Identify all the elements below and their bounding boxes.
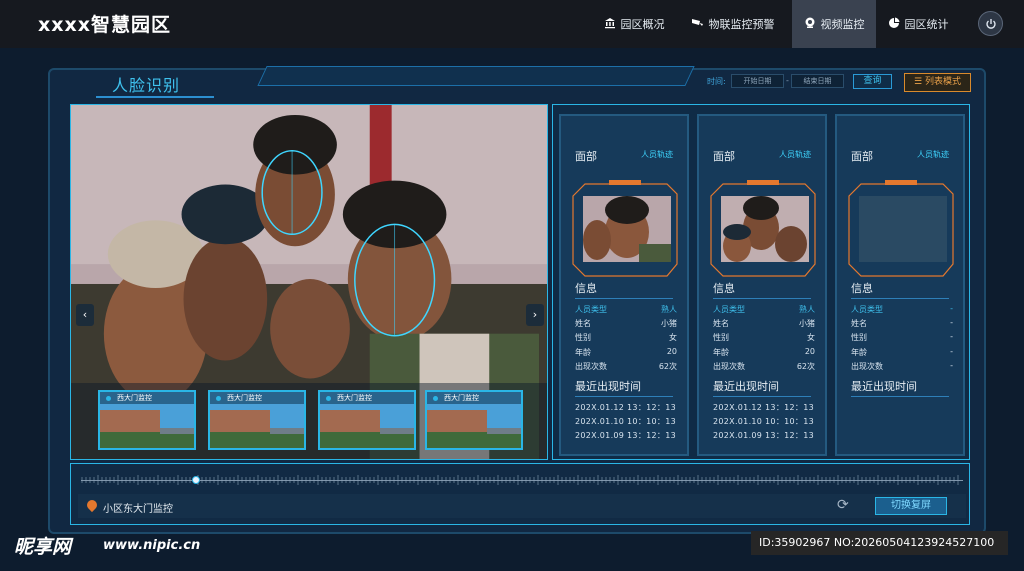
list-mode-button[interactable]: ☰ 列表模式 bbox=[904, 73, 971, 92]
camera-bar: 小区东大门监控 ⟳ 切换复屏 bbox=[78, 494, 966, 518]
prev-arrow-button[interactable]: ‹ bbox=[76, 304, 94, 326]
camera-thumbnail[interactable]: 西大门监控 bbox=[318, 390, 416, 450]
recent-title: 最近出现时间 bbox=[575, 380, 641, 393]
field-gender: 性别女 bbox=[575, 333, 677, 342]
field-name: 姓名 - bbox=[851, 318, 953, 328]
nav-item-iot-warning[interactable]: 物联监控预警 bbox=[680, 0, 785, 48]
field-age: 年龄 - bbox=[851, 347, 953, 357]
playback-timeline[interactable] bbox=[78, 473, 966, 487]
face-card: 面部 人员轨迹 信息 人员类型 熟人 姓名 小猪 性别女 年龄 20 出现次数 62次 … bbox=[697, 114, 827, 456]
recent-time: 202X.01.10 10：10：13 bbox=[575, 417, 676, 426]
end-date-input[interactable]: 结束日期 bbox=[791, 74, 844, 88]
thumbnail-label: 西大门监控 bbox=[427, 392, 521, 404]
face-image-frame bbox=[847, 180, 955, 280]
refresh-icon: ⟳ bbox=[837, 497, 849, 513]
divider bbox=[713, 396, 811, 397]
face-label: 面部 bbox=[851, 150, 873, 163]
info-title: 信息 bbox=[575, 282, 597, 295]
date-separator: - bbox=[786, 76, 789, 85]
divider bbox=[575, 396, 673, 397]
watermark-site-logo: 昵享网 bbox=[14, 536, 72, 558]
chevron-right-icon: › bbox=[532, 308, 538, 321]
field-name: 姓名 小猪 bbox=[713, 319, 815, 328]
title-underline bbox=[96, 96, 214, 98]
watermark-url: www.nipic.cn bbox=[103, 538, 201, 553]
start-date-input[interactable]: 开始日期 bbox=[731, 74, 784, 88]
face-thumbnail-empty bbox=[859, 196, 947, 262]
nav-item-overview[interactable]: 园区概况 bbox=[594, 0, 674, 48]
face-thumbnail bbox=[721, 196, 809, 262]
thumbnail-label: 西大门监控 bbox=[320, 392, 414, 404]
pie-chart-icon bbox=[888, 17, 900, 32]
face-image-frame bbox=[709, 180, 817, 280]
track-link[interactable]: 人员轨迹 bbox=[641, 149, 673, 160]
face-thumbnail bbox=[583, 196, 671, 262]
nav-item-statistics[interactable]: 园区统计 bbox=[878, 0, 958, 48]
field-person-type: 人员类型 熟人 bbox=[713, 305, 815, 314]
switch-screen-button[interactable]: 切换复屏 bbox=[875, 497, 947, 515]
video-icon bbox=[804, 17, 816, 32]
divider bbox=[713, 298, 811, 299]
watermark-id: ID:35902967 NO:20260504123924527100 bbox=[751, 531, 1008, 555]
chevron-left-icon: ‹ bbox=[82, 308, 88, 321]
refresh-button[interactable]: ⟳ bbox=[837, 497, 849, 513]
face-image-frame bbox=[571, 180, 679, 280]
field-appearances: 出现次数 - bbox=[851, 361, 953, 371]
thumbnail-label: 西大门监控 bbox=[210, 392, 304, 404]
camera-thumbnail[interactable]: 西大门监控 bbox=[98, 390, 196, 450]
next-arrow-button[interactable]: › bbox=[526, 304, 544, 326]
info-title: 信息 bbox=[851, 282, 873, 295]
divider bbox=[851, 396, 949, 397]
recent-time: 202X.01.12 13：12：13 bbox=[713, 403, 814, 412]
power-icon bbox=[985, 18, 996, 29]
thumbnail-label: 西大门监控 bbox=[100, 392, 194, 404]
list-mode-label: 列表模式 bbox=[924, 77, 961, 87]
camera-thumbnail[interactable]: 西大门监控 bbox=[208, 390, 306, 450]
power-button[interactable] bbox=[978, 11, 1003, 36]
query-button[interactable]: 查询 bbox=[853, 74, 892, 89]
field-name: 姓名 小猪 bbox=[575, 319, 677, 328]
camera-thumbnail[interactable]: 西大门监控 bbox=[425, 390, 523, 450]
recent-time: 202X.01.09 13：12：13 bbox=[575, 431, 676, 440]
field-appearances: 出现次数 62次 bbox=[575, 362, 677, 371]
divider bbox=[575, 298, 673, 299]
list-icon: ☰ bbox=[914, 77, 923, 87]
face-card: 面部 人员轨迹 信息 人员类型 熟人 姓名 小猪 性别女 年龄 20 出现次数 62次 … bbox=[559, 114, 689, 456]
field-appearances: 出现次数 62次 bbox=[713, 362, 815, 371]
track-link[interactable]: 人员轨迹 bbox=[917, 149, 949, 160]
field-age: 年龄 20 bbox=[575, 347, 677, 357]
recent-time: 202X.01.10 10：10：13 bbox=[713, 417, 814, 426]
field-gender: 性别 - bbox=[851, 332, 953, 342]
camera-icon bbox=[691, 17, 704, 32]
section-title: 人脸识别 bbox=[112, 76, 181, 95]
nav-label: 视频监控 bbox=[820, 18, 865, 31]
face-label: 面部 bbox=[575, 150, 597, 163]
nav-label: 园区概况 bbox=[620, 18, 665, 31]
recent-time: 202X.01.12 13：12：13 bbox=[575, 403, 676, 412]
building-icon bbox=[604, 17, 616, 32]
camera-name: 小区东大门监控 bbox=[103, 504, 173, 515]
divider bbox=[851, 298, 949, 299]
field-person-type: 人员类型 - bbox=[851, 304, 953, 314]
timeline-ticks bbox=[81, 475, 959, 485]
nav-item-video-monitor[interactable]: 视频监控 bbox=[792, 0, 876, 48]
recent-time: 202X.01.09 13：12：13 bbox=[713, 431, 814, 440]
face-card: 面部 人员轨迹 信息 人员类型 - 姓名 - 性别 - 年龄 - 出现次数 - 最近出现时… bbox=[835, 114, 965, 456]
app-title: xxxx智慧园区 bbox=[38, 14, 172, 36]
track-link[interactable]: 人员轨迹 bbox=[779, 149, 811, 160]
decorative-tab bbox=[257, 66, 695, 86]
face-label: 面部 bbox=[713, 150, 735, 163]
location-pin-icon bbox=[84, 497, 100, 513]
info-title: 信息 bbox=[713, 282, 735, 295]
field-gender: 性别女 bbox=[713, 333, 815, 342]
recent-title: 最近出现时间 bbox=[851, 380, 917, 393]
recent-title: 最近出现时间 bbox=[713, 380, 779, 393]
time-label: 时间: bbox=[707, 77, 726, 86]
field-person-type: 人员类型 熟人 bbox=[575, 305, 677, 314]
top-bar: xxxx智慧园区 园区概况 物联监控预警 视频监控 园区统计 bbox=[0, 0, 1024, 48]
nav-label: 物联监控预警 bbox=[708, 18, 775, 31]
nav-label: 园区统计 bbox=[904, 18, 949, 31]
field-age: 年龄 20 bbox=[713, 347, 815, 357]
timeline-scrubber-handle[interactable] bbox=[191, 476, 200, 484]
